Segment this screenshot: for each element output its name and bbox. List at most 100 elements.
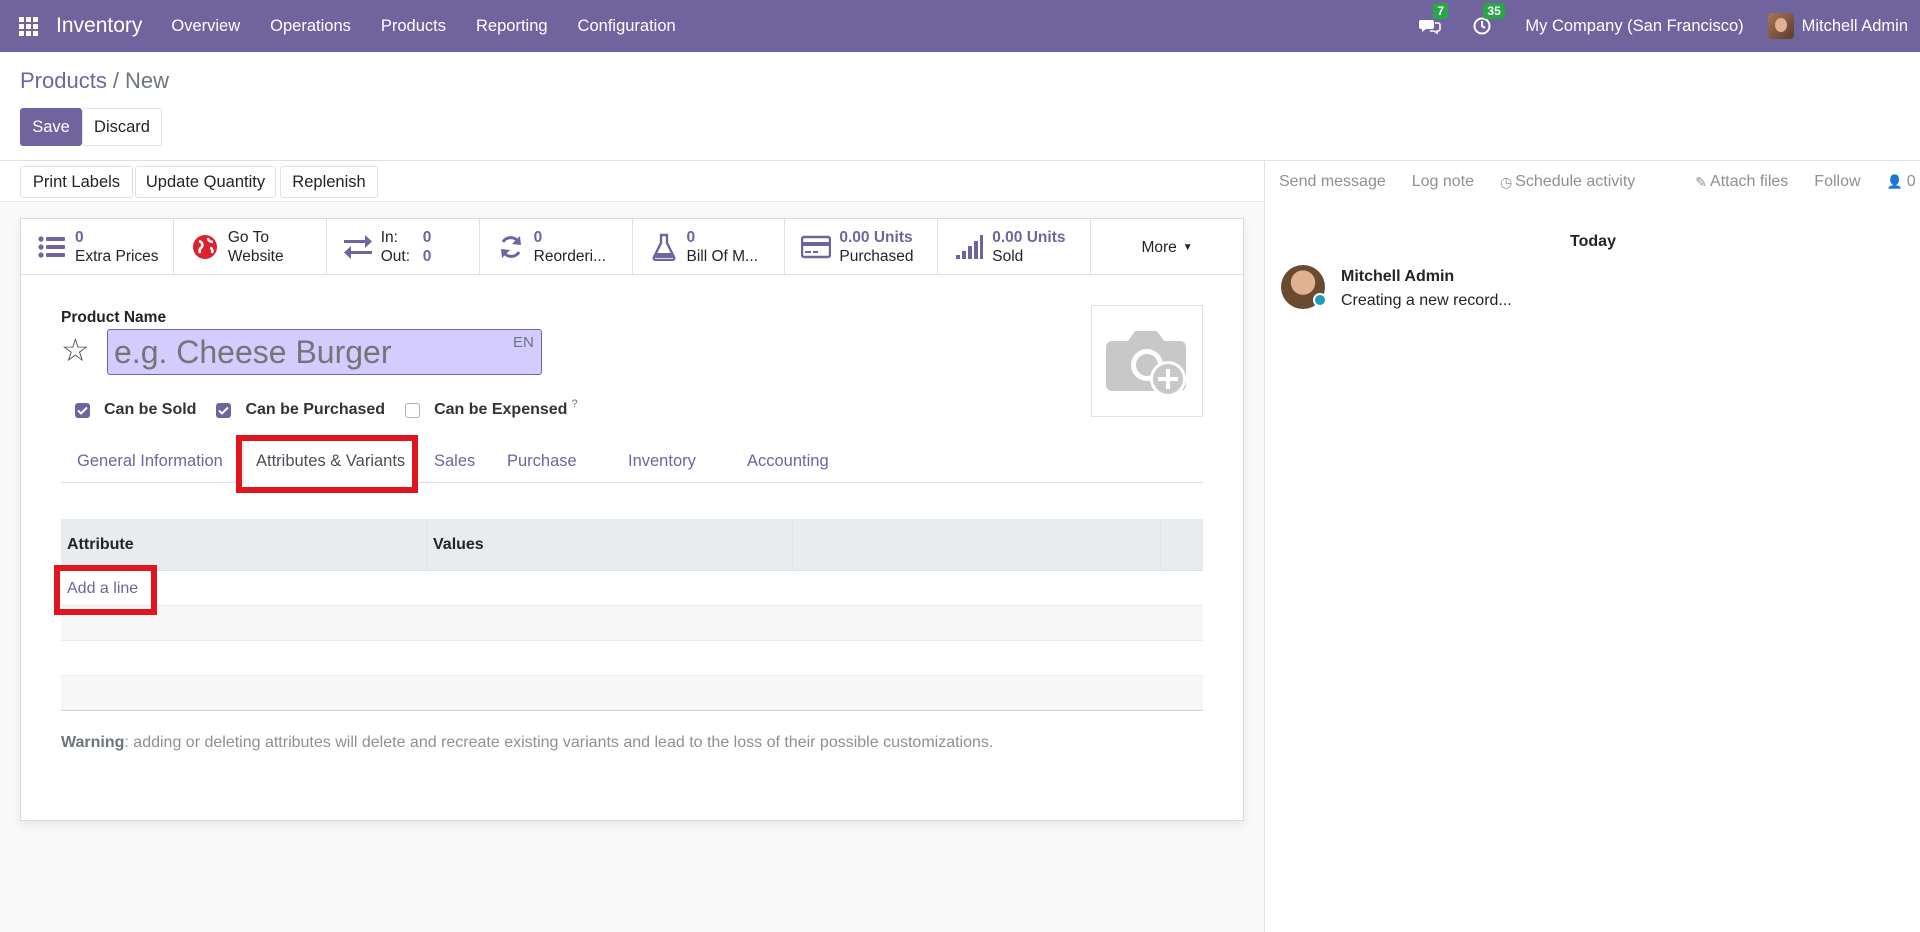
- column-attribute[interactable]: Attribute: [61, 519, 427, 570]
- schedule-activity-button[interactable]: ◷ Schedule activity: [1500, 173, 1635, 191]
- message-body: Creating a new record...: [1341, 292, 1512, 309]
- attach-files-label: Attach files: [1710, 173, 1789, 190]
- attach-files-button[interactable]: ✎ Attach files: [1695, 173, 1788, 191]
- signal-bars-icon: [954, 235, 984, 259]
- reordering-button[interactable]: 0 Reorderi...: [480, 219, 633, 275]
- top-navbar: Inventory Overview Operations Products R…: [0, 0, 1920, 52]
- purchased-button[interactable]: 0.00 Units Purchased: [785, 219, 939, 275]
- warning-text: : adding or deleting attributes will del…: [124, 734, 994, 751]
- warning-title: Warning: [61, 734, 125, 751]
- user-icon: 👤: [1886, 174, 1903, 189]
- menu-configuration[interactable]: Configuration: [563, 17, 691, 36]
- reordering-label: Reorderi...: [533, 248, 606, 265]
- in-label: In:: [380, 229, 398, 246]
- credit-card-icon: [801, 235, 832, 259]
- website-line1: Go To: [227, 229, 269, 246]
- can-be-purchased-label: Can be Purchased: [245, 401, 386, 418]
- product-name-label: Product Name: [61, 309, 167, 326]
- date-separator: Today: [1570, 233, 1616, 250]
- tab-general-information[interactable]: General Information: [77, 439, 223, 483]
- send-message-button[interactable]: Send message: [1279, 173, 1386, 191]
- product-image-upload[interactable]: [1091, 305, 1203, 417]
- more-dropdown[interactable]: More ▼: [1091, 219, 1243, 275]
- column-values[interactable]: Values: [427, 519, 793, 570]
- replenish-button[interactable]: Replenish: [280, 166, 378, 198]
- chatter-topbar: Send message Log note ◷ Schedule activity…: [1279, 173, 1920, 191]
- online-status-icon: [1313, 293, 1327, 307]
- update-quantity-button[interactable]: Update Quantity: [135, 166, 276, 198]
- menu-operations[interactable]: Operations: [255, 17, 366, 36]
- form-sheet: 0 Extra Prices Go To Website In: 0 Out: 0 0 R…: [20, 218, 1244, 821]
- breadcrumb: Products / New: [20, 68, 169, 94]
- can-be-expensed-checkbox[interactable]: [405, 402, 421, 418]
- discard-button[interactable]: Discard: [82, 108, 162, 146]
- chatter-panel: Send message Log note ◷ Schedule activity…: [1264, 160, 1920, 932]
- chat-icon: [1419, 20, 1442, 35]
- activities-badge: 35: [1483, 3, 1505, 19]
- message-author[interactable]: Mitchell Admin: [1341, 268, 1454, 286]
- paperclip-icon: ✎: [1695, 173, 1708, 190]
- sold-button[interactable]: 0.00 Units Sold: [938, 219, 1092, 275]
- exchange-icon: [343, 235, 373, 259]
- breadcrumb-parent[interactable]: Products: [20, 68, 107, 93]
- can-be-sold-label: Can be Sold: [104, 401, 197, 418]
- in-out-button[interactable]: In: 0 Out: 0: [327, 219, 480, 275]
- more-label: More: [1141, 238, 1177, 256]
- schedule-activity-label: Schedule activity: [1515, 173, 1636, 190]
- bom-count: 0: [686, 229, 696, 246]
- app-name[interactable]: Inventory: [56, 14, 156, 38]
- add-a-line-link[interactable]: Add a line: [61, 571, 1203, 606]
- go-to-website-button[interactable]: Go To Website: [174, 219, 327, 275]
- extra-prices-label: Extra Prices: [75, 248, 159, 265]
- company-switcher[interactable]: My Company (San Francisco): [1507, 17, 1767, 36]
- help-tooltip-icon[interactable]: ?: [571, 398, 577, 410]
- column-actions: [1161, 519, 1203, 570]
- clock-icon: [1473, 17, 1491, 35]
- sold-label: Sold: [992, 248, 1024, 265]
- tab-accounting[interactable]: Accounting: [747, 439, 829, 483]
- user-menu[interactable]: Mitchell Admin: [1767, 13, 1920, 39]
- apps-menu-icon[interactable]: [0, 0, 56, 52]
- reordering-count: 0: [533, 229, 543, 246]
- purchased-qty: 0.00 Units: [839, 229, 913, 246]
- website-line2: Website: [227, 248, 284, 265]
- can-be-sold-checkbox[interactable]: [75, 402, 90, 418]
- table-row: Add a line: [61, 571, 1203, 606]
- status-bar: Print Labels Update Quantity Replenish: [0, 160, 1264, 202]
- activities-systray[interactable]: 35: [1457, 3, 1507, 35]
- tab-sales[interactable]: Sales: [434, 439, 475, 483]
- messages-systray[interactable]: 7: [1403, 3, 1457, 35]
- log-note-button[interactable]: Log note: [1412, 173, 1474, 191]
- followers-button[interactable]: 👤 0: [1887, 173, 1916, 191]
- in-value: 0: [422, 229, 432, 246]
- table-row: [61, 606, 1203, 641]
- extra-prices-button[interactable]: 0 Extra Prices: [21, 219, 174, 275]
- variants-warning: Warning: adding or deleting attributes w…: [61, 734, 993, 752]
- user-avatar: [1767, 13, 1794, 39]
- messages-badge: 7: [1433, 3, 1449, 19]
- table-header: Attribute Values: [61, 519, 1203, 571]
- column-empty: [793, 519, 1161, 570]
- caret-down-icon: ▼: [1182, 241, 1193, 253]
- out-label: Out:: [380, 248, 411, 265]
- purchased-label: Purchased: [839, 248, 914, 265]
- menu-reporting[interactable]: Reporting: [461, 17, 563, 36]
- menu-overview[interactable]: Overview: [156, 17, 255, 36]
- print-labels-button[interactable]: Print Labels: [20, 166, 133, 198]
- list-icon: [37, 235, 67, 259]
- star-icon[interactable]: ☆: [61, 331, 90, 369]
- menu-products[interactable]: Products: [366, 17, 461, 36]
- tab-inventory[interactable]: Inventory: [628, 439, 696, 483]
- tab-purchase[interactable]: Purchase: [507, 439, 577, 483]
- bom-label: Bill Of M...: [686, 248, 758, 265]
- save-button[interactable]: Save: [20, 108, 82, 146]
- follow-button[interactable]: Follow: [1814, 173, 1860, 191]
- can-be-purchased-checkbox[interactable]: [216, 402, 232, 418]
- clock-icon: ◷: [1500, 173, 1513, 190]
- language-button[interactable]: EN: [513, 334, 534, 351]
- product-name-input[interactable]: [107, 329, 542, 375]
- tab-attributes-variants[interactable]: Attributes & Variants: [243, 439, 419, 484]
- bill-of-materials-button[interactable]: 0 Bill Of M...: [633, 219, 786, 275]
- attribute-lines-table: Attribute Values Add a line: [61, 519, 1203, 711]
- globe-icon: [190, 234, 220, 260]
